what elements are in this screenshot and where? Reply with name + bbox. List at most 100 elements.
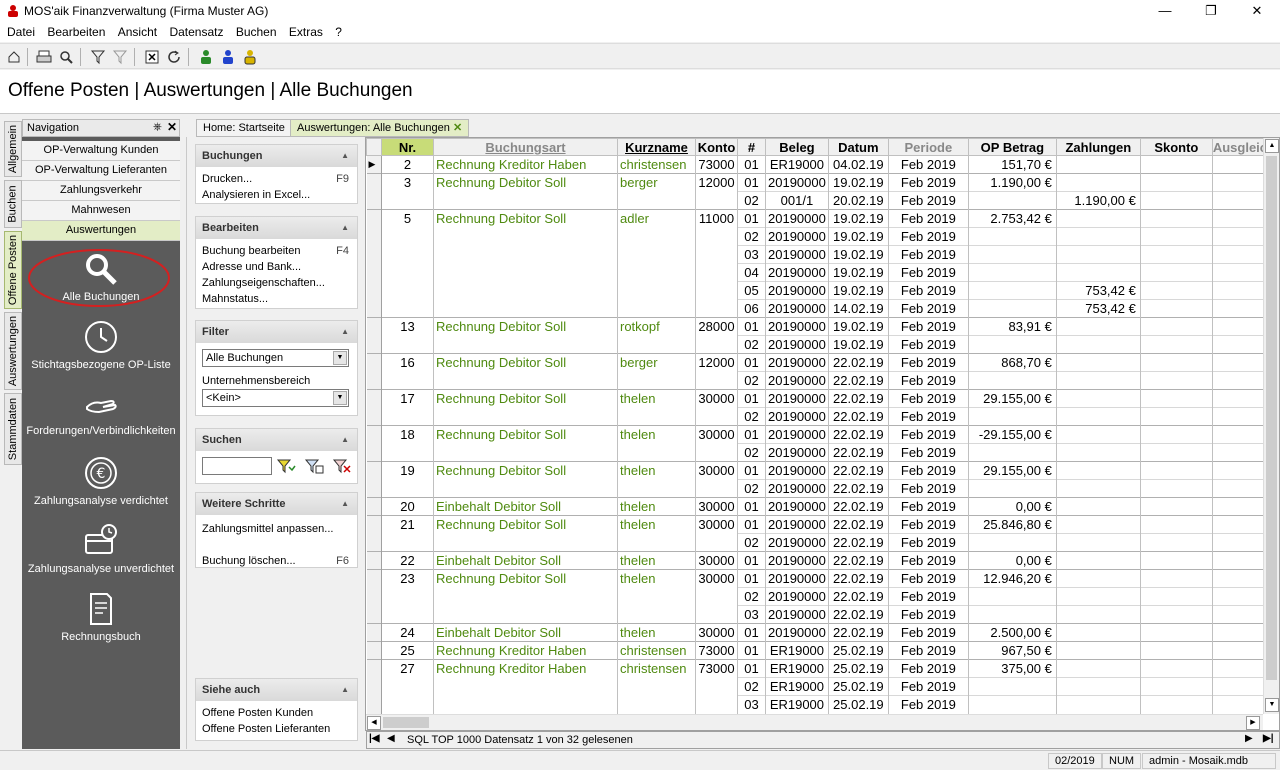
col-zahlungen[interactable]: Zahlungen <box>1055 138 1141 156</box>
scroll-left-icon[interactable]: ◀ <box>367 716 381 730</box>
table-row[interactable]: 05 20190000 19.02.19 Feb 2019 753,42 € <box>366 281 1276 300</box>
vertical-scrollbar[interactable]: ▲ ▼ <box>1263 138 1279 714</box>
scroll-thumb[interactable] <box>1266 156 1277 680</box>
btn-zahlungsanalyse-verdichtet[interactable]: € Zahlungsanalyse verdichtet <box>22 455 180 507</box>
tab-alle-buchungen[interactable]: Auswertungen: Alle Buchungen ✕ <box>290 119 470 137</box>
last-record-icon[interactable]: ▶| <box>1263 733 1274 744</box>
search-list-icon[interactable] <box>304 458 324 474</box>
btn-zahlungsanalyse-unverdichtet[interactable]: Zahlungsanalyse unverdichtet <box>22 523 180 575</box>
collapse-icon[interactable]: ▲ <box>341 429 349 451</box>
close-button[interactable]: ✕ <box>1234 0 1280 22</box>
scroll-thumb[interactable] <box>383 717 429 728</box>
collapse-icon[interactable]: ▲ <box>341 321 349 343</box>
refresh-icon[interactable] <box>164 47 184 67</box>
vtab-allgemein[interactable]: Allgemein <box>4 121 22 177</box>
table-row[interactable]: 3 Rechnung Debitor Soll berger 12000 01 20190… <box>366 173 1276 192</box>
section-header[interactable]: Siehe auch ▲ <box>196 679 357 701</box>
table-row[interactable]: 02 20190000 22.02.19 Feb 2019 <box>366 443 1276 462</box>
search-input[interactable] <box>202 457 272 475</box>
action-buchung-bearbeiten[interactable]: Buchung bearbeiten F4 <box>196 243 357 259</box>
menu-ansicht[interactable]: Ansicht <box>118 22 157 42</box>
vtab-buchen[interactable]: Buchen <box>4 180 22 228</box>
collapse-icon[interactable]: ▲ <box>341 217 349 239</box>
table-row[interactable]: 02 20190000 22.02.19 Feb 2019 <box>366 479 1276 498</box>
table-row[interactable]: 03 ER19000 25.02.19 Feb 2019 <box>366 695 1276 714</box>
menu-datensatz[interactable]: Datensatz <box>169 22 223 42</box>
search-filter-icon[interactable] <box>276 458 296 474</box>
cancel-icon[interactable] <box>142 47 162 67</box>
minimize-button[interactable]: — <box>1142 0 1188 22</box>
col-kurzname[interactable]: Kurzname <box>617 138 696 156</box>
scroll-right-icon[interactable]: ▶ <box>1246 716 1260 730</box>
table-row[interactable]: 21 Rechnung Debitor Soll thelen 30000 01 2019… <box>366 515 1276 534</box>
table-row[interactable]: 02 20190000 22.02.19 Feb 2019 <box>366 587 1276 606</box>
collapse-icon[interactable]: ▲ <box>341 145 349 167</box>
table-row[interactable]: 23 Rechnung Debitor Soll thelen 30000 01 2019… <box>366 569 1276 588</box>
table-row[interactable]: 02 20190000 22.02.19 Feb 2019 <box>366 371 1276 390</box>
action-zahlungsmittel[interactable]: Zahlungsmittel anpassen... <box>196 521 357 537</box>
btn-rechnungsbuch[interactable]: Rechnungsbuch <box>22 591 180 643</box>
tab-close-icon[interactable]: ✕ <box>453 122 462 134</box>
print-icon[interactable] <box>34 47 54 67</box>
table-row[interactable]: 03 20190000 19.02.19 Feb 2019 <box>366 245 1276 264</box>
vtab-auswertungen[interactable]: Auswertungen <box>4 312 22 390</box>
search-clear-icon[interactable] <box>332 458 352 474</box>
collapse-icon[interactable]: ▲ <box>341 493 349 515</box>
scroll-down-icon[interactable]: ▼ <box>1265 698 1279 712</box>
table-row[interactable]: 16 Rechnung Debitor Soll berger 12000 01 2019… <box>366 353 1276 372</box>
table-row[interactable]: 18 Rechnung Debitor Soll thelen 30000 01 2019… <box>366 425 1276 444</box>
action-zahlungseigenschaften[interactable]: Zahlungseigenschaften... <box>196 275 357 291</box>
scroll-up-icon[interactable]: ▲ <box>1265 139 1279 153</box>
pin-icon[interactable]: ⎈ <box>153 121 162 134</box>
menu-bearbeiten[interactable]: Bearbeiten <box>47 22 105 42</box>
action-drucken[interactable]: Drucken... F9 <box>196 171 357 187</box>
nav-auswertungen[interactable]: Auswertungen <box>22 221 180 241</box>
table-row[interactable]: 17 Rechnung Debitor Soll thelen 30000 01 2019… <box>366 389 1276 408</box>
action-excel[interactable]: Analysieren in Excel... <box>196 187 357 203</box>
collapse-icon[interactable]: ▲ <box>341 679 349 701</box>
table-row[interactable]: 27 Rechnung Kreditor Haben christensen 7300… <box>366 659 1276 678</box>
btn-stichtag-op-liste[interactable]: Stichtagsbezogene OP-Liste <box>22 319 180 371</box>
col-skonto[interactable]: Skonto <box>1139 138 1213 156</box>
section-header[interactable]: Bearbeiten ▲ <box>196 217 357 239</box>
table-row[interactable]: 06 20190000 14.02.19 Feb 2019 753,42 € <box>366 299 1276 318</box>
chevron-down-icon[interactable]: ▼ <box>333 391 347 405</box>
filter-clear-icon[interactable] <box>110 47 130 67</box>
table-row[interactable]: 02 20190000 22.02.19 Feb 2019 <box>366 533 1276 552</box>
nav-zahlungsverkehr[interactable]: Zahlungsverkehr <box>22 181 180 201</box>
tab-home[interactable]: Home: Startseite <box>196 119 292 137</box>
vtab-stammdaten[interactable]: Stammdaten <box>4 393 22 465</box>
col-nr[interactable]: Nr. <box>381 138 434 156</box>
menu-buchen[interactable]: Buchen <box>236 22 277 42</box>
table-row[interactable]: 24 Einbehalt Debitor Soll thelen 30000 01 201… <box>366 623 1276 642</box>
table-row[interactable]: 25 Rechnung Kreditor Haben christensen 7300… <box>366 641 1276 660</box>
action-buchung-loeschen[interactable]: Buchung löschen... F6 <box>196 553 357 569</box>
user-lock-icon[interactable] <box>240 47 260 67</box>
table-row[interactable]: 22 Einbehalt Debitor Soll thelen 30000 01 201… <box>366 551 1276 570</box>
table-row[interactable]: 02 001/1 20.02.19 Feb 2019 1.190,00 € <box>366 191 1276 210</box>
filter-icon[interactable] <box>88 47 108 67</box>
btn-forderungen[interactable]: Forderungen/Verbindlichkeiten <box>22 391 180 437</box>
unternehmensbereich-select[interactable]: <Kein> ▼ <box>202 389 349 407</box>
col-beleg[interactable]: Beleg <box>765 138 829 156</box>
col-konto[interactable]: Konto <box>695 138 738 156</box>
table-row[interactable]: 04 20190000 19.02.19 Feb 2019 <box>366 263 1276 282</box>
table-row[interactable]: 13 Rechnung Debitor Soll rotkopf 28000 01 201… <box>366 317 1276 336</box>
col-pos[interactable]: # <box>737 138 766 156</box>
action-mahnstatus[interactable]: Mahnstatus... <box>196 291 357 307</box>
nav-mahnwesen[interactable]: Mahnwesen <box>22 201 180 221</box>
next-record-icon[interactable]: ▶ <box>1245 733 1253 744</box>
col-periode[interactable]: Periode <box>887 138 969 156</box>
section-header[interactable]: Weitere Schritte ▲ <box>196 493 357 515</box>
table-row[interactable]: 20 Einbehalt Debitor Soll thelen 30000 01 201… <box>366 497 1276 516</box>
menu-datei[interactable]: Datei <box>7 22 35 42</box>
horizontal-scrollbar[interactable]: ◀ ▶ <box>366 714 1263 730</box>
home-icon[interactable] <box>4 47 24 67</box>
col-datum[interactable]: Datum <box>827 138 889 156</box>
close-icon[interactable]: ✕ <box>167 120 177 134</box>
action-adresse-bank[interactable]: Adresse und Bank... <box>196 259 357 275</box>
user-green-icon[interactable] <box>196 47 216 67</box>
col-op-betrag[interactable]: OP Betrag <box>967 138 1057 156</box>
table-row[interactable]: 03 20190000 22.02.19 Feb 2019 <box>366 605 1276 624</box>
table-row[interactable]: 02 20190000 19.02.19 Feb 2019 <box>366 335 1276 354</box>
